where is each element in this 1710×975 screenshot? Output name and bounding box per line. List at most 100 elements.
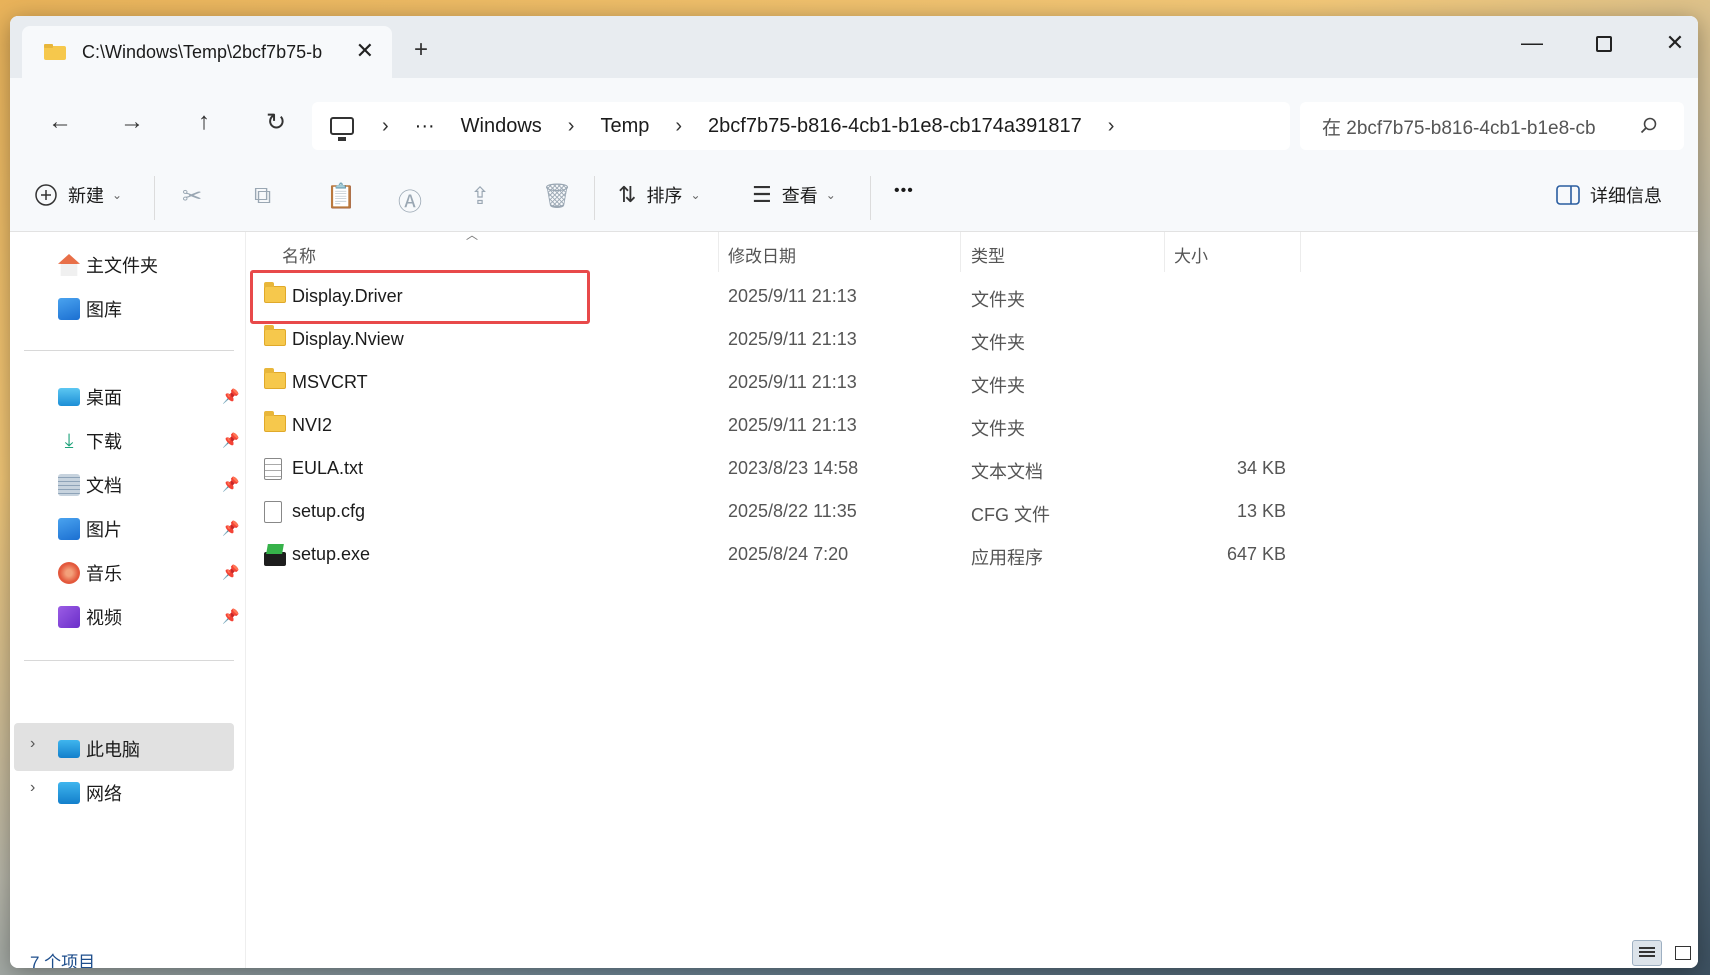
home-icon	[58, 254, 80, 276]
sidebar-item-network[interactable]: 网络	[58, 780, 122, 806]
table-row[interactable]: EULA.txt 2023/8/23 14:58 文本文档 34 KB	[246, 448, 1286, 488]
chevron-right-icon[interactable]: ›	[382, 115, 389, 138]
view-icon: ☰	[752, 182, 772, 207]
rename-icon[interactable]: Ⓐ	[398, 182, 422, 217]
refresh-button[interactable]: ↻	[258, 108, 294, 137]
tab-current[interactable]: C:\Windows\Temp\2bcf7b75-b ✕	[22, 26, 392, 78]
pin-icon[interactable]: 📌	[222, 564, 239, 581]
column-header-size[interactable]: 大小	[1174, 242, 1208, 267]
search-input[interactable]: 在 2bcf7b75-b816-4cb1-b1e8-cb	[1322, 113, 1628, 140]
breadcrumb-temp[interactable]: Temp	[600, 115, 649, 138]
column-header-name[interactable]: 名称	[282, 242, 316, 267]
search-icon	[1640, 117, 1657, 134]
cut-icon[interactable]: ✂	[182, 182, 202, 211]
file-type: 文件夹	[971, 376, 1025, 396]
text-file-icon	[264, 458, 282, 480]
forward-button[interactable]: →	[114, 108, 150, 136]
pin-icon[interactable]: 📌	[222, 388, 239, 405]
sort-button[interactable]: ⇅ 排序 ⌄	[618, 182, 701, 208]
chevron-right-icon[interactable]: ›	[1108, 115, 1115, 138]
view-button-label: 查看	[781, 186, 818, 206]
table-row[interactable]: MSVCRT 2025/9/11 21:13 文件夹	[246, 362, 1246, 402]
pin-icon[interactable]: 📌	[222, 476, 239, 493]
back-button[interactable]: ←	[42, 108, 78, 136]
sidebar-item-downloads[interactable]: ⤓ 下载	[58, 428, 122, 454]
chevron-down-icon: ⌄	[112, 188, 123, 202]
up-button[interactable]: ↑	[186, 108, 222, 136]
this-pc-icon[interactable]	[330, 117, 354, 141]
sidebar-item-pictures[interactable]: 图片	[58, 516, 122, 542]
column-header-type[interactable]: 类型	[971, 242, 1005, 267]
tab-title: C:\Windows\Temp\2bcf7b75-b	[82, 41, 323, 62]
sidebar-item-label: 下载	[86, 432, 122, 452]
sidebar-item-home[interactable]: 主文件夹	[58, 252, 158, 278]
folder-icon	[44, 44, 66, 60]
breadcrumb-windows[interactable]: Windows	[461, 115, 542, 138]
sidebar-item-videos[interactable]: 视频	[58, 604, 122, 630]
column-divider[interactable]	[1164, 232, 1165, 272]
chevron-right-icon[interactable]: ›	[568, 115, 575, 138]
pin-icon[interactable]: 📌	[222, 608, 239, 625]
address-bar[interactable]: › ··· Windows › Temp › 2bcf7b75-b816-4cb…	[312, 102, 1290, 150]
column-divider[interactable]	[960, 232, 961, 272]
download-icon: ⤓	[64, 430, 74, 452]
details-pane-icon	[1556, 185, 1580, 205]
delete-icon[interactable]: 🗑	[542, 182, 572, 211]
sidebar-item-this-pc[interactable]: 此电脑	[58, 736, 140, 762]
sidebar-item-documents[interactable]: 文档	[58, 472, 122, 498]
table-row[interactable]: setup.exe 2025/8/24 7:20 应用程序 647 KB	[246, 534, 1286, 574]
file-type: 文件夹	[971, 419, 1025, 439]
breadcrumb-folder[interactable]: 2bcf7b75-b816-4cb1-b1e8-cb174a391817	[708, 115, 1082, 138]
folder-icon	[264, 325, 286, 346]
toolbar-divider	[594, 176, 595, 220]
chevron-down-icon: ⌄	[825, 188, 836, 202]
folder-icon	[264, 368, 286, 389]
table-row[interactable]: NVI2 2025/9/11 21:13 文件夹	[246, 405, 1246, 445]
exe-icon	[264, 544, 286, 566]
more-options-button[interactable]: •••	[894, 182, 914, 200]
sidebar-item-label: 图片	[86, 520, 122, 540]
tiles-view-button[interactable]	[1668, 940, 1698, 966]
column-header-date[interactable]: 修改日期	[728, 242, 796, 267]
maximize-button[interactable]	[1584, 30, 1624, 58]
gallery-icon	[58, 298, 80, 320]
new-button[interactable]: 新建 ⌄	[34, 182, 122, 208]
pin-icon[interactable]: 📌	[222, 520, 239, 537]
copy-icon[interactable]: ⧉	[254, 182, 271, 210]
sidebar-item-gallery[interactable]: 图库	[58, 296, 122, 322]
table-row[interactable]: setup.cfg 2025/8/22 11:35 CFG 文件 13 KB	[246, 491, 1286, 531]
file-name: setup.exe	[292, 544, 371, 564]
expand-chevron-icon[interactable]: ›	[30, 779, 35, 797]
search-box[interactable]: 在 2bcf7b75-b816-4cb1-b1e8-cb	[1300, 102, 1684, 150]
close-window-button[interactable]: ✕	[1655, 30, 1695, 56]
expand-chevron-icon[interactable]: ›	[30, 735, 35, 753]
view-button[interactable]: ☰ 查看 ⌄	[752, 182, 836, 208]
pin-icon[interactable]: 📌	[222, 432, 239, 449]
details-pane-button[interactable]: 详细信息	[1556, 182, 1662, 208]
sidebar-item-desktop[interactable]: 桌面	[58, 384, 122, 410]
new-tab-button[interactable]: +	[414, 36, 428, 64]
column-divider[interactable]	[1300, 232, 1301, 272]
paste-icon[interactable]: 📋	[326, 182, 356, 211]
breadcrumb-ellipsis[interactable]: ···	[415, 115, 435, 138]
chevron-right-icon[interactable]: ›	[675, 115, 682, 138]
column-divider[interactable]	[718, 232, 719, 272]
file-list: ︿ 名称 修改日期 类型 大小 Display.Driver 2025/9/11…	[246, 228, 1698, 968]
sidebar-item-music[interactable]: 音乐	[58, 560, 122, 586]
minimize-button[interactable]: —	[1512, 30, 1552, 56]
sort-ascending-icon: ︿	[466, 228, 479, 242]
file-name: MSVCRT	[292, 372, 368, 392]
documents-icon	[58, 474, 80, 496]
table-row[interactable]: Display.Nview 2025/9/11 21:13 文件夹	[246, 319, 1246, 359]
tiles-view-icon	[1675, 946, 1691, 960]
file-name: EULA.txt	[292, 458, 364, 478]
sort-icon: ⇅	[618, 182, 637, 207]
details-view-button[interactable]	[1632, 940, 1662, 966]
file-size: 13 KB	[1236, 501, 1286, 521]
navigation-pane: 主文件夹 图库 桌面 📌 ⤓ 下载 📌 文档 📌 图片 📌 音乐 📌 视频 📌 …	[10, 232, 246, 968]
sort-button-label: 排序	[646, 186, 683, 206]
share-icon[interactable]: ⇪	[470, 182, 490, 211]
this-pc-icon	[58, 740, 80, 758]
sidebar-item-label: 文档	[86, 476, 122, 496]
tab-close-icon[interactable]: ✕	[356, 38, 374, 64]
